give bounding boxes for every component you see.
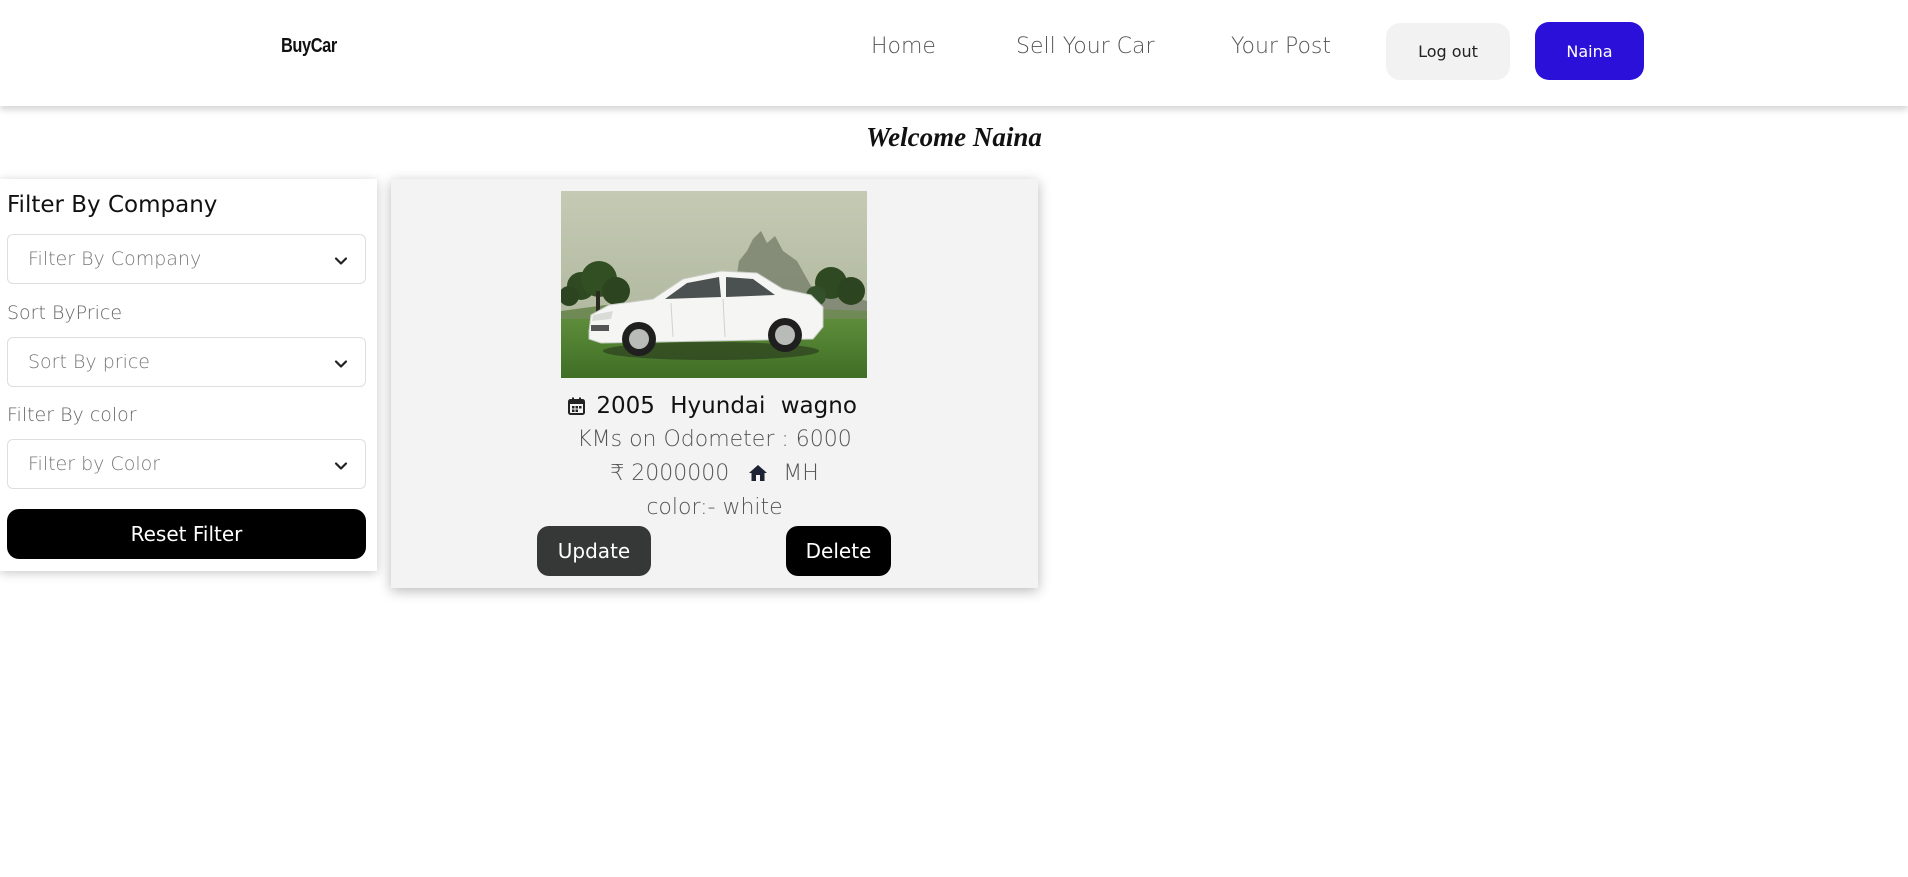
price-sort-select-placeholder: Sort By price [28, 351, 150, 373]
update-button[interactable]: Update [537, 526, 651, 576]
user-profile-button[interactable]: Naina [1535, 22, 1644, 80]
car-year: 2005 [596, 393, 655, 419]
chevron-down-icon [334, 462, 348, 470]
sort-price-label: Sort ByPrice [7, 302, 123, 324]
company-select[interactable]: Filter By Company [7, 234, 366, 284]
reset-filter-button[interactable]: Reset Filter [7, 509, 366, 559]
car-company: Hyundai [670, 393, 766, 419]
navbar: BuyCar Home Sell Your Car Your Post Log … [0, 0, 1908, 106]
car-price: ₹ 2000000 [610, 461, 730, 486]
welcome-heading: Welcome Naina [866, 122, 1042, 152]
car-listing-card: 2005 Hyundai wagno KMs on Odometer : 600… [391, 179, 1038, 588]
filter-company-title: Filter By Company [7, 192, 218, 218]
nav-link-sell-your-car[interactable]: Sell Your Car [1016, 34, 1155, 59]
logout-button[interactable]: Log out [1386, 23, 1510, 80]
nav-link-your-post[interactable]: Your Post [1231, 34, 1331, 59]
car-odometer: KMs on Odometer : 6000 [577, 427, 852, 452]
chevron-down-icon [334, 257, 348, 265]
color-select-placeholder: Filter by Color [28, 453, 161, 475]
car-color: color:- white [646, 495, 783, 520]
company-select-placeholder: Filter By Company [28, 248, 202, 270]
car-price-location-line: ₹ 2000000 MH [391, 461, 1038, 486]
car-location: MH [783, 461, 819, 486]
brand-logo[interactable]: BuyCar [281, 35, 337, 58]
price-sort-select[interactable]: Sort By price [7, 337, 366, 387]
filter-panel: Filter By Company Filter By Company Sort… [0, 179, 377, 571]
home-icon [749, 465, 768, 481]
delete-button[interactable]: Delete [786, 526, 891, 576]
chevron-down-icon [334, 360, 348, 368]
nav-link-home[interactable]: Home [871, 34, 936, 59]
car-image [561, 191, 867, 378]
color-select[interactable]: Filter by Color [7, 439, 366, 489]
filter-color-label: Filter By color [7, 404, 137, 426]
car-model: wagno [780, 393, 857, 419]
car-title-line: 2005 Hyundai wagno [391, 393, 1038, 419]
calendar-icon [568, 397, 586, 415]
